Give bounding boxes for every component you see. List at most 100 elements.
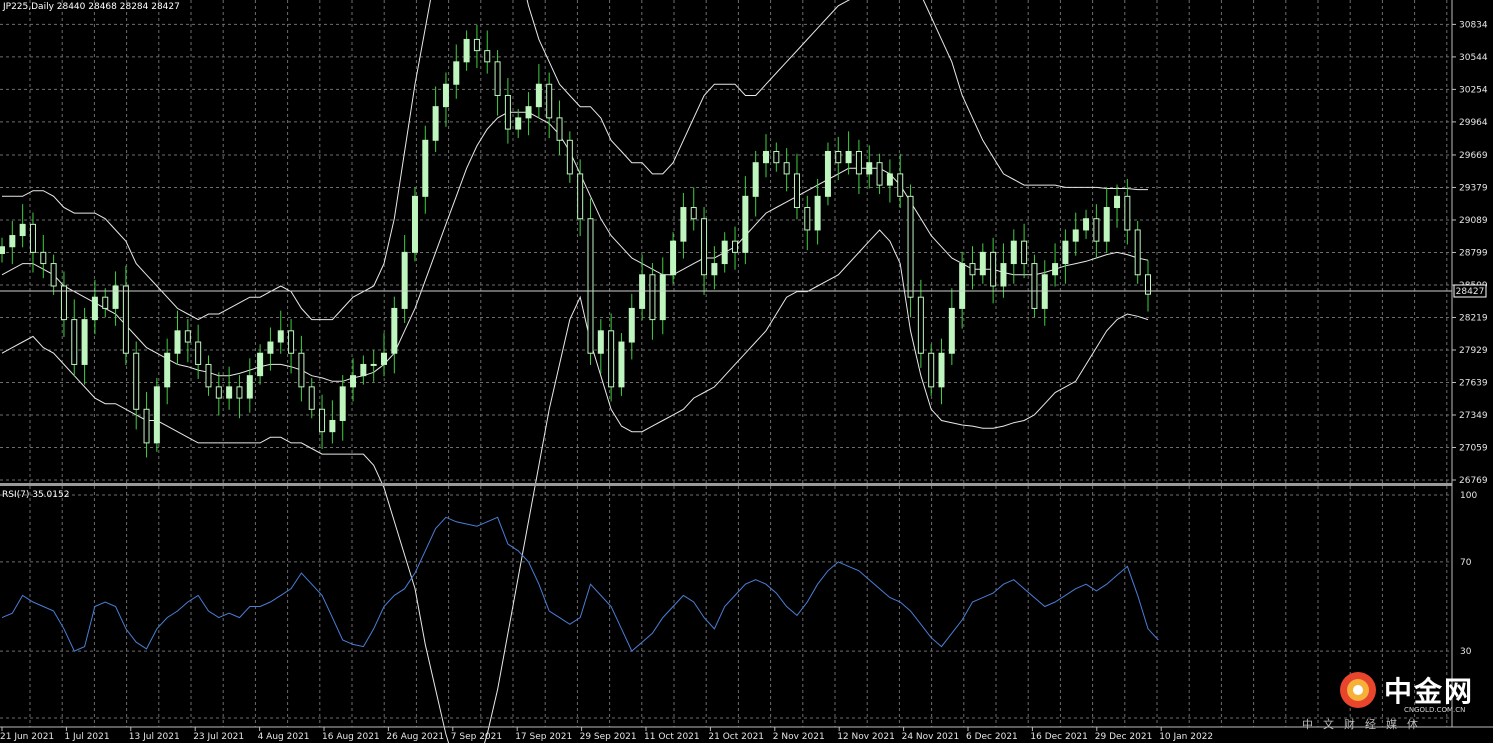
candle-body	[0, 246, 5, 254]
candle-body	[1072, 229, 1079, 242]
candle-body	[1000, 263, 1007, 287]
time-tick-label: 29 Dec 2021	[1095, 732, 1153, 742]
candle-body	[246, 375, 253, 399]
candle-body	[308, 386, 315, 410]
price-tick-label: 30254	[1459, 85, 1488, 95]
candle-body	[556, 117, 563, 141]
candle-body	[319, 408, 326, 433]
rsi-tick-label: 70	[1460, 558, 1472, 568]
candle-body	[773, 150, 780, 164]
candle-body	[804, 207, 811, 231]
price-tick-label: 29379	[1459, 183, 1488, 193]
candle-body	[463, 38, 470, 63]
candle-body	[793, 173, 800, 209]
time-tick-label: 13 Jul 2021	[129, 732, 180, 742]
candle-body	[721, 240, 728, 265]
rsi-tick-label: 100	[1460, 491, 1477, 501]
candle-body	[1114, 195, 1121, 209]
time-tick-label: 12 Nov 2021	[837, 732, 895, 742]
candle-body	[112, 285, 119, 309]
candle-body	[680, 207, 687, 242]
candle-body	[979, 251, 986, 276]
time-tick-label: 11 Oct 2021	[644, 732, 700, 742]
candle-body	[504, 94, 511, 130]
candle-body	[267, 341, 274, 354]
candle-body	[164, 352, 171, 388]
candle-body	[442, 83, 449, 108]
watermark-logo: 中金网 CNGOLD.COM.CN 中文财经媒体	[1302, 668, 1488, 738]
time-tick-label: 16 Aug 2021	[322, 732, 380, 742]
candle-body	[577, 173, 584, 220]
candle-body	[9, 235, 16, 248]
time-tick-label: 16 Dec 2021	[1030, 732, 1088, 742]
candle-body	[608, 330, 615, 388]
time-tick-label: 7 Sep 2021	[451, 732, 502, 742]
candle-body	[50, 263, 57, 287]
candle-body	[102, 296, 109, 309]
candle-body	[484, 50, 491, 63]
candle-body	[133, 352, 140, 410]
time-tick-label: 6 Dec 2021	[966, 732, 1018, 742]
candle-body	[969, 263, 976, 276]
watermark-brand: 中金网	[1384, 675, 1475, 708]
candle-body	[381, 352, 387, 365]
time-tick-label: 4 Aug 2021	[258, 732, 310, 742]
price-tick-label: 27059	[1459, 443, 1488, 453]
candle-body	[236, 386, 243, 399]
candle-body	[401, 251, 408, 309]
pane-separator[interactable]	[0, 483, 1452, 486]
candle-body	[938, 352, 945, 388]
rsi-tick-label: 30	[1460, 647, 1472, 657]
candle-body	[19, 223, 26, 237]
candle-body	[174, 330, 181, 354]
price-tick-label: 29089	[1459, 216, 1488, 226]
candle-body	[1093, 218, 1100, 242]
candle-body	[29, 223, 36, 253]
candle-body	[1103, 207, 1110, 242]
candle-body	[1083, 218, 1090, 231]
time-tick-label: 24 Nov 2021	[902, 732, 960, 742]
candle-body	[370, 363, 377, 366]
price-tick-label: 27349	[1459, 411, 1488, 421]
candle-body	[866, 162, 873, 175]
candle-body	[546, 83, 553, 119]
candle-body	[690, 207, 697, 220]
candle-body	[91, 296, 98, 321]
candle-body	[711, 263, 718, 276]
trading-chart[interactable]: 2676927059273492763927929282192850928799…	[0, 0, 1493, 743]
candle-body	[886, 173, 893, 186]
time-tick-label: 1 Jul 2021	[64, 732, 109, 742]
candle-body	[897, 173, 904, 197]
price-tick-label: 30544	[1459, 53, 1488, 63]
candle-body	[411, 195, 418, 253]
candle-body	[742, 195, 749, 253]
candle-body	[1021, 240, 1028, 265]
candle-body	[917, 296, 924, 354]
candle-body	[959, 263, 966, 309]
candle-body	[81, 319, 88, 365]
candle-body	[990, 251, 997, 287]
price-tick-label: 28219	[1459, 313, 1488, 323]
candle-body	[360, 363, 367, 377]
price-tick-label: 29669	[1459, 151, 1488, 161]
candle-body	[350, 375, 357, 388]
time-tick-label: 17 Sep 2021	[515, 732, 572, 742]
candle-body	[639, 274, 646, 309]
candle-body	[195, 341, 202, 365]
candle-body	[215, 386, 222, 399]
candle-body	[339, 386, 346, 421]
candle-body	[701, 218, 708, 276]
candle-body	[1124, 195, 1131, 231]
watermark-url: CNGOLD.COM.CN	[1404, 706, 1466, 714]
candle-body	[763, 150, 769, 164]
candle-body	[422, 139, 429, 197]
candle-body	[1031, 263, 1038, 309]
candle-body	[814, 195, 821, 231]
candle-body	[618, 341, 625, 388]
candle-body	[1010, 240, 1017, 265]
price-tick-label: 27929	[1459, 346, 1488, 356]
candle-body	[298, 352, 305, 388]
rsi-header: RSI(7) 35.0152	[2, 490, 69, 500]
time-tick-label: 2 Nov 2021	[773, 732, 825, 742]
price-tick-label: 26769	[1459, 476, 1488, 486]
